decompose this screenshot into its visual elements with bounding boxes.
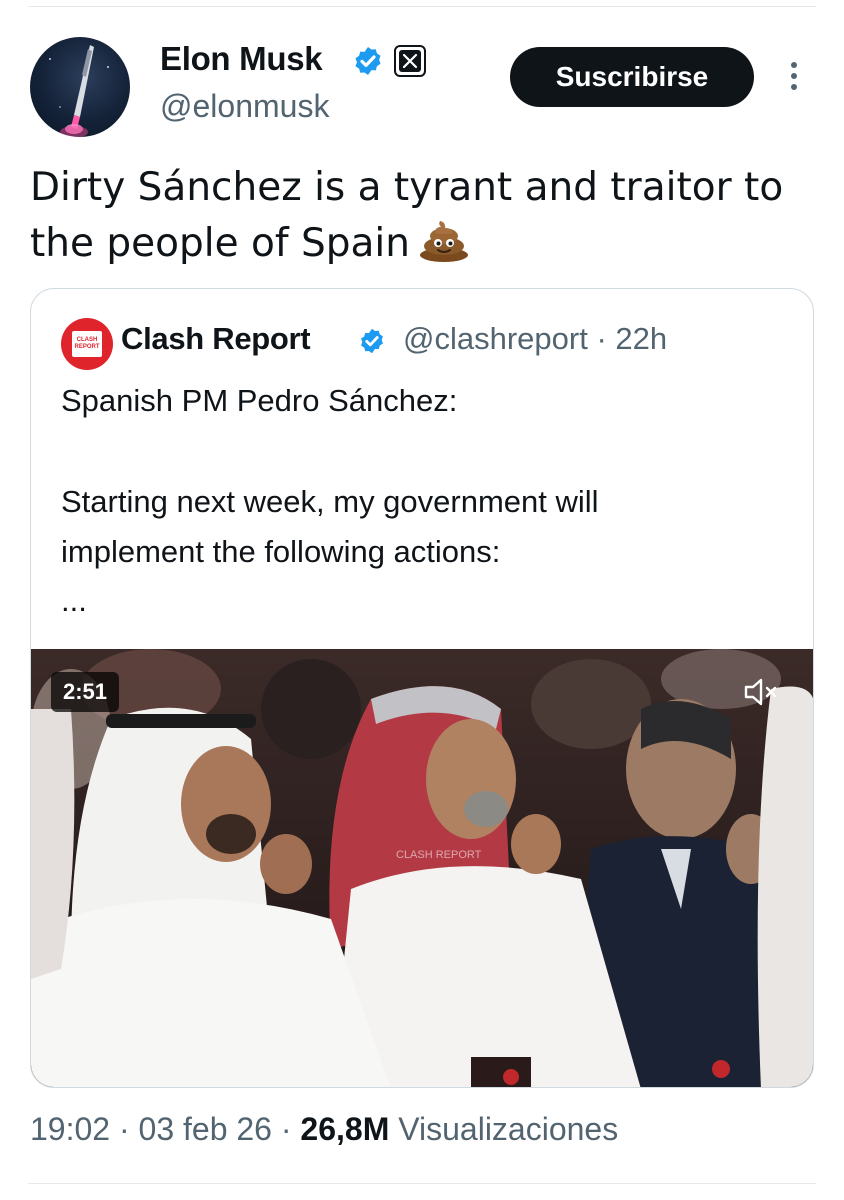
x-logo-icon [402,53,418,69]
quoted-tweet-card[interactable]: CLASH REPORT Clash Report @clashreport ·… [30,288,814,1088]
rocket-launch-avatar-icon [49,45,109,137]
views-count[interactable]: 26,8M [300,1111,389,1147]
more-options-icon[interactable] [788,62,800,94]
pile-of-poo-icon [419,221,468,262]
quote-author-avatar[interactable]: CLASH REPORT [61,318,113,370]
x-affiliation-badge [394,45,426,77]
views-label: Visualizaciones [398,1111,619,1147]
tweet-line-2-text: the people of Spain [30,221,410,266]
meta-separator-1: · [118,1111,130,1147]
quote-handle[interactable]: @clashreport [403,321,588,356]
speaker-muted-icon [744,678,777,706]
tweet-text: Dirty Sánchez is a tyrant and traitor to… [30,160,820,272]
quote-separator: · [596,321,607,356]
clash-report-logo: CLASH REPORT [72,331,102,357]
quote-author-name[interactable]: Clash Report [121,321,311,357]
video-duration-badge: 2:51 [51,672,120,712]
tweet-line-1: Dirty Sánchez is a tyrant and traitor to [30,165,784,210]
quote-handle-and-age: @clashreport · 22h [403,321,667,357]
quote-verified-badge-icon [361,328,383,354]
author-avatar[interactable] [30,37,130,137]
video-watermark: CLASH REPORT [396,849,482,861]
meta-separator-2: · [280,1111,292,1147]
tweet-meta: 19:02 · 03 feb 26 · 26,8M Visualizacione… [30,1111,618,1148]
video-thumbnail [31,649,813,1087]
quote-age[interactable]: 22h [615,321,667,356]
quote-text-line-1: Spanish PM Pedro Sánchez: [61,383,458,418]
author-name[interactable]: Elon Musk [160,40,323,78]
author-handle[interactable]: @elonmusk [160,88,329,125]
subscribe-button[interactable]: Suscribirse [510,47,754,107]
tweet-date[interactable]: 03 feb 26 [139,1111,272,1147]
quote-text-line-3: implement the following actions: [61,534,501,569]
tweet-line-2: the people of Spain [30,216,820,272]
top-divider [28,6,816,7]
quote-text-line-2: Starting next week, my government will [61,484,599,519]
verified-badge-icon [355,47,381,75]
mute-toggle-button[interactable] [731,664,791,720]
quote-text-ellipsis: ... [61,583,87,618]
bottom-divider [28,1183,816,1184]
tweet-time[interactable]: 19:02 [30,1111,110,1147]
video-player[interactable]: CLASH REPORT [31,649,813,1087]
